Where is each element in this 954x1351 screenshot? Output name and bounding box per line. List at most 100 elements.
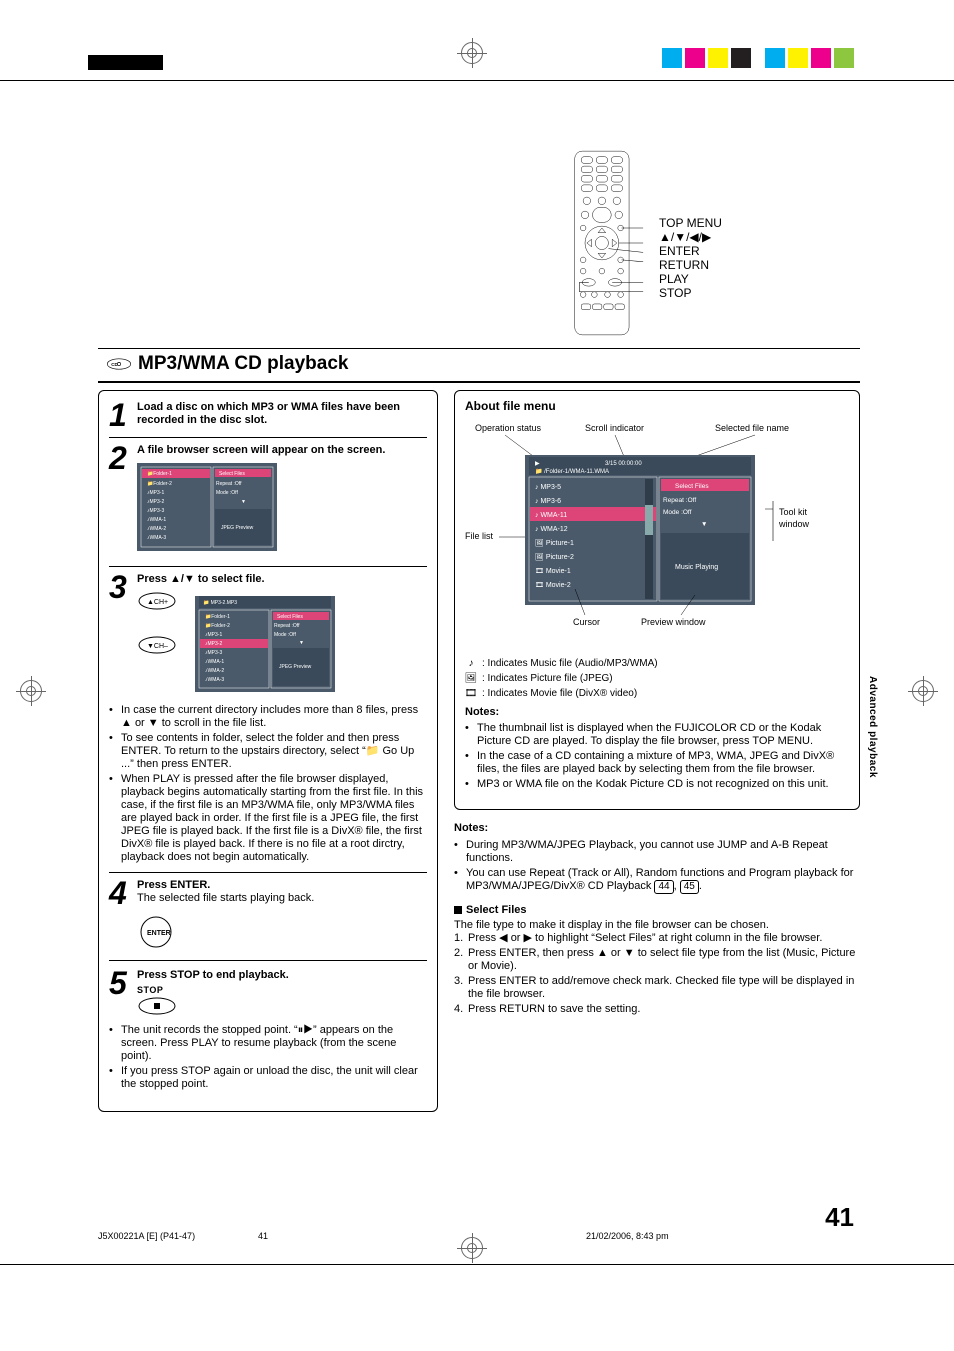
remote-label: ENTER [659,244,722,258]
step-text: Load a disc on which MP3 or WMA files ha… [137,401,427,427]
svg-text:Preview window: Preview window [641,617,706,627]
step-number: 3 [109,573,131,696]
list-item: Press RETURN to save the setting. [454,1003,860,1016]
remote-label: ▲/▼/◀/▶ [659,230,722,244]
svg-text:♪ MP3-6: ♪ MP3-6 [535,498,561,505]
svg-text:♪MP3-3: ♪MP3-3 [205,650,222,656]
svg-text:Repeat :Off: Repeat :Off [274,623,300,629]
page-ref: 45 [680,880,699,894]
svg-text:♪MP3-1: ♪MP3-1 [205,632,222,638]
footer-page: 41 [258,1231,268,1241]
legend: ♪: Indicates Music file (Audio/MP3/WMA) … [465,657,849,700]
svg-text:Mode :Off: Mode :Off [663,509,692,516]
stop-button-icon [137,996,427,1016]
svg-text:♪MP3-2: ♪MP3-2 [147,499,164,505]
svg-text:🎞 Movie-1: 🎞 Movie-1 [535,568,571,575]
note-item: The thumbnail list is displayed when the… [465,722,849,748]
legend-text: : Indicates Music file (Audio/MP3/WMA) [482,657,658,670]
svg-text:Repeat :Off: Repeat :Off [216,481,242,487]
file-browser-mock: 📁Folder-1 📁Folder-2 ♪MP3-1 ♪MP3-2 ♪MP3-3… [137,463,277,551]
svg-text:📁 /Folder-1/WMA-11.WMA: 📁 /Folder-1/WMA-11.WMA [535,468,609,475]
svg-text:📁Folder-2: 📁Folder-2 [147,481,172,487]
step5-notes: The unit records the stopped point. “⏸▶”… [109,1024,427,1091]
footer: J5X00221A [E] (P41-47) 41 21/02/2006, 8:… [98,1220,860,1252]
remote-diagram: TOP MENU ▲/▼/◀/▶ ENTER RETURN PLAY STOP [570,148,860,348]
file-menu-figure: Operation status Scroll indicator Select… [465,419,849,649]
step-text: Press ▲/▼ to select file. [137,573,427,586]
svg-text:♪ MP3-5: ♪ MP3-5 [535,484,561,491]
svg-text:🖼 Picture-1: 🖼 Picture-1 [535,538,574,547]
fig-label: Operation status [475,423,542,433]
note-item: If you press STOP again or unload the di… [109,1065,427,1091]
note-item: During MP3/WMA/JPEG Playback, you cannot… [454,839,860,865]
svg-text:Mode :Off: Mode :Off [216,490,238,496]
svg-text:Select Files: Select Files [675,483,709,490]
svg-text:Music Playing: Music Playing [675,564,718,571]
step-lead: Press STOP to end playback. [137,969,427,982]
select-steps: Press ◀ or ▶ to highlight “Select Files”… [454,932,860,1016]
remote-label: STOP [659,286,722,300]
footer-doc: J5X00221A [E] (P41-47) [98,1231,195,1241]
side-tab: Advanced playback [867,676,878,778]
step-number: 2 [109,444,131,558]
step-plain: The selected file starts playing back. [137,892,314,904]
svg-text:♪MP3-2: ♪MP3-2 [205,641,222,647]
svg-text:Repeat :Off: Repeat :Off [663,497,696,504]
svg-text:▼CH–: ▼CH– [147,643,168,650]
notes-heading: Notes: [465,706,849,718]
svg-text:📁Folder-2: 📁Folder-2 [205,623,230,629]
note-item: When PLAY is pressed after the file brow… [109,773,427,864]
svg-text:CD: CD [111,362,118,367]
note-item: To see contents in folder, select the fo… [109,732,427,771]
svg-text:window: window [778,519,810,529]
svg-text:♪MP3-3: ♪MP3-3 [147,508,164,514]
svg-text:📁Folder-1: 📁Folder-1 [205,614,230,620]
svg-text:▶: ▶ [535,461,540,467]
svg-text:Select Files: Select Files [277,614,303,620]
file-browser-mock: 📁 MP3-2.MP3 📁Folder-1 📁Folder-2 ♪MP3-1 [195,596,335,692]
svg-text:♪MP3-1: ♪MP3-1 [147,490,164,496]
page-ref: 44 [654,880,673,894]
svg-text:▲CH+: ▲CH+ [147,599,168,606]
about-notes: The thumbnail list is displayed when the… [465,722,849,791]
registration-mark-icon [461,42,483,64]
registration-mark-icon [912,680,934,702]
svg-text:▼: ▼ [241,499,246,505]
legend-text: : Indicates Movie file (DivX® video) [482,687,637,700]
remote-labels: TOP MENU ▲/▼/◀/▶ ENTER RETURN PLAY STOP [659,216,722,300]
svg-text:3/15 00:00:00: 3/15 00:00:00 [605,461,642,467]
svg-text:Select Files: Select Files [219,471,245,477]
svg-text:📁 MP3-2.MP3: 📁 MP3-2.MP3 [203,600,237,606]
ch-down-button-icon: ▼CH– [137,636,177,654]
step-number: 5 [109,969,131,1016]
about-heading: About file menu [465,399,849,413]
svg-text:File list: File list [465,531,494,541]
step-lead: Press ENTER. [137,879,210,891]
print-color-swatches [659,48,854,68]
footer-date: 21/02/2006, 8:43 pm [586,1231,669,1241]
svg-text:▼: ▼ [299,640,304,646]
list-item: Press ENTER to add/remove check mark. Ch… [454,975,860,1001]
svg-text:♪WMA-2: ♪WMA-2 [147,526,166,532]
step-number: 1 [109,401,131,429]
step-number: 4 [109,879,131,907]
svg-text:Scroll indicator: Scroll indicator [585,423,644,433]
section-header: CD MP3/WMA CD playback [98,348,860,383]
picture-file-icon: 🖼 [465,672,477,685]
note-item: The unit records the stopped point. “⏸▶”… [109,1024,427,1063]
svg-text:Mode :Off: Mode :Off [274,632,296,638]
svg-text:ENTER: ENTER [147,930,171,937]
page-rule-top [0,80,954,81]
svg-text:♪ WMA-12: ♪ WMA-12 [535,526,568,533]
outer-notes: Notes: During MP3/WMA/JPEG Playback, you… [454,822,860,1016]
page-rule-bottom [0,1264,954,1265]
svg-text:Cursor: Cursor [573,617,600,627]
list-item: Press ENTER, then press ▲ or ▼ to select… [454,947,860,973]
print-black-squares [88,55,163,70]
svg-text:Selected file name: Selected file name [715,423,789,433]
select-intro: The file type to make it display in the … [454,919,860,932]
svg-text:♪ WMA-11: ♪ WMA-11 [535,512,567,519]
svg-text:♪WMA-2: ♪WMA-2 [205,668,224,674]
list-item: Press ◀ or ▶ to highlight “Select Files”… [454,932,860,945]
cd-icon: CD [106,357,132,371]
